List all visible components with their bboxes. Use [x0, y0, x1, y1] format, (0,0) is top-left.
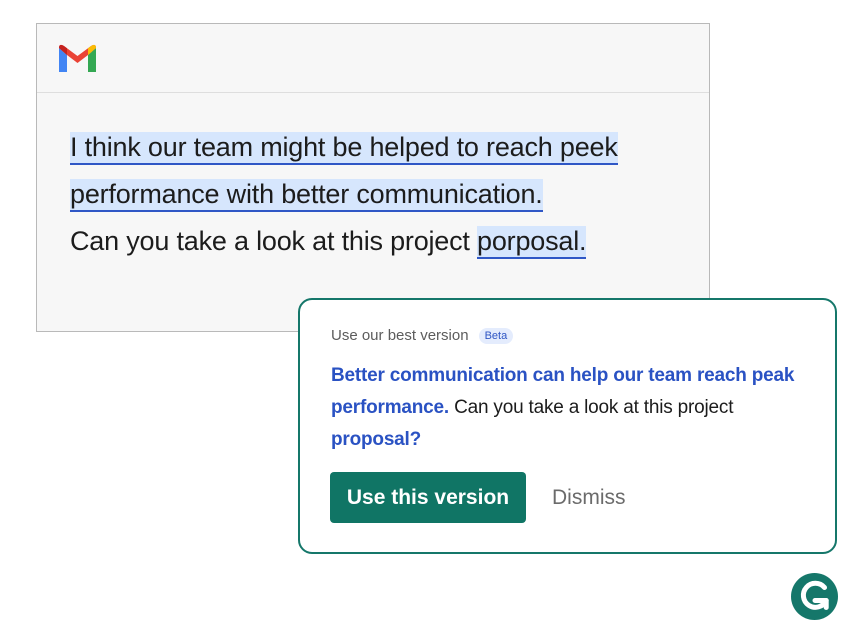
email-text: Can you take a look at this project [70, 226, 478, 256]
grammarly-icon[interactable] [791, 573, 838, 620]
email-line: Can you take a look at this project porp… [70, 218, 690, 265]
flagged-sentence[interactable]: performance with better communication. [70, 179, 543, 212]
email-header [37, 24, 709, 93]
email-line: performance with better communication. [70, 171, 690, 218]
suggestion-card: Use our best version Beta Better communi… [298, 298, 837, 554]
gmail-icon [59, 44, 96, 72]
suggestion-text: Better communication can help our team r… [331, 360, 811, 456]
flagged-sentence[interactable]: I think our team might be helped to reac… [70, 132, 618, 165]
suggestion-heading: Use our best version [331, 327, 469, 344]
dismiss-button[interactable]: Dismiss [552, 472, 626, 523]
email-body[interactable]: I think our team might be helped to reac… [70, 124, 690, 265]
beta-badge: Beta [478, 327, 514, 344]
suggested-correction: proposal? [331, 429, 422, 450]
stage: I think our team might be helped to reac… [0, 0, 858, 643]
email-compose-card: I think our team might be helped to reac… [36, 23, 710, 332]
unchanged-text: Can you take a look at this project [448, 397, 734, 418]
email-line: I think our team might be helped to reac… [70, 124, 690, 171]
flagged-word[interactable]: porposal. [477, 226, 587, 259]
suggestion-heading-row: Use our best version Beta [331, 327, 514, 344]
use-this-version-button[interactable]: Use this version [330, 472, 526, 523]
